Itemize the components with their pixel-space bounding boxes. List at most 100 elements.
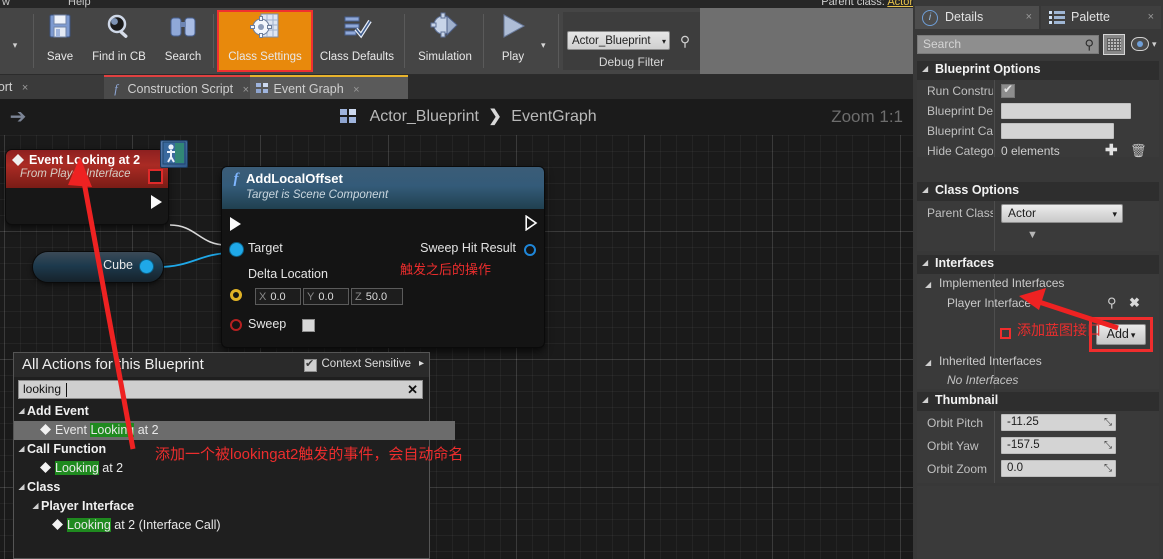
menu-item-window[interactable]: w [2, 0, 10, 8]
axis-label-x: X [259, 291, 267, 303]
toolbar-button-class-settings[interactable]: Class Settings [217, 10, 313, 72]
property-label: Parent Class [927, 206, 993, 220]
exec-pin-icon[interactable] [151, 195, 162, 209]
tree-item-match-highlight: Looking [90, 423, 135, 437]
exec-pin-icon[interactable] [525, 214, 538, 232]
binoculars-icon [155, 12, 211, 50]
section-header-blueprint-options[interactable]: ◢ Blueprint Options [917, 61, 1159, 80]
parent-class-combo[interactable]: Actor ▾ [1001, 204, 1123, 223]
node-event-looking-at-2[interactable]: Event Looking at 2 From Player Interface [6, 150, 168, 224]
toolbar-button-class-defaults[interactable]: Class Defaults [313, 12, 401, 70]
struct-pin-icon[interactable] [524, 244, 536, 256]
tree-category-class[interactable]: ◢ Class [14, 478, 429, 497]
node-header: Event Looking at 2 From Player Interface [6, 150, 168, 188]
tab-palette[interactable]: Palette × [1041, 6, 1161, 29]
twisty-icon[interactable]: ◢ [16, 444, 27, 453]
delta-location-z-input[interactable]: Z 50.0 [351, 288, 403, 305]
drag-spinner-icon[interactable]: ⤡ [1104, 461, 1112, 476]
drag-spinner-icon[interactable]: ⤡ [1104, 415, 1112, 430]
blueprint-description-input[interactable] [1001, 103, 1131, 119]
twisty-icon[interactable]: ◢ [925, 358, 931, 367]
run-construction-script-checkbox[interactable] [1001, 82, 1015, 98]
delta-location-y-input[interactable]: Y 0.0 [303, 288, 349, 305]
breadcrumb-leaf[interactable]: EventGraph [511, 108, 596, 125]
section-expander-icon[interactable]: ▼ [1027, 229, 1038, 241]
tab-event-graph[interactable]: Event Graph × [250, 75, 408, 99]
object-pin-icon[interactable] [140, 260, 153, 273]
close-icon[interactable]: × [1148, 6, 1154, 29]
object-pin-icon[interactable] [230, 243, 243, 256]
drag-spinner-icon[interactable]: ⤡ [1104, 438, 1112, 453]
orbit-zoom-input[interactable]: 0.0 ⤡ [1001, 460, 1116, 477]
arrow-right-icon[interactable]: ➔ [6, 105, 30, 129]
twisty-icon[interactable]: ◢ [16, 482, 27, 491]
tab-details[interactable]: i Details × [915, 6, 1039, 29]
twisty-icon[interactable]: ◢ [16, 406, 27, 415]
section-header-interfaces[interactable]: ◢ Interfaces [917, 255, 1159, 274]
toolbar-button-save[interactable]: Save [38, 12, 82, 70]
toolbar-button-find-in-cb[interactable]: Find in CB [86, 12, 152, 70]
toolbar-button-play[interactable]: Play [489, 12, 537, 70]
toolbar-overflow-caret[interactable]: ▾ [8, 38, 22, 52]
orbit-pitch-input[interactable]: -11.25 ⤡ [1001, 414, 1116, 431]
section-title: Class Options [935, 183, 1020, 197]
twisty-icon[interactable]: ◢ [922, 395, 928, 404]
event-graph-icon [340, 109, 360, 123]
toolbar-button-simulation[interactable]: Simulation [410, 12, 480, 70]
clear-search-icon[interactable]: ✕ [407, 382, 418, 398]
tab-viewport[interactable]: Viewport × [0, 75, 104, 99]
toolbar-button-search[interactable]: Search [155, 12, 211, 70]
twisty-icon[interactable]: ◢ [922, 64, 928, 73]
twisty-icon[interactable]: ◢ [925, 280, 931, 289]
struct-pin-icon[interactable] [230, 289, 242, 301]
node-cube-component-reference[interactable]: Cube [33, 252, 163, 282]
tab-construction-script[interactable]: f Construction Script × [104, 75, 250, 99]
toolbar-divider [483, 14, 484, 68]
breadcrumb-root[interactable]: Actor_Blueprint [370, 108, 479, 125]
group-label: Inherited Interfaces [939, 354, 1042, 368]
action-menu-search-input[interactable]: looking ✕ [18, 380, 423, 399]
magnifier-icon[interactable]: ⚲ [1107, 295, 1117, 311]
exec-pin-icon[interactable] [230, 217, 241, 231]
twisty-icon[interactable]: ◢ [30, 501, 41, 510]
twisty-icon[interactable]: ◢ [922, 258, 928, 267]
trash-icon[interactable]: 🗑 [1130, 143, 1147, 159]
blueprint-category-input[interactable] [1001, 123, 1114, 139]
section-header-thumbnail[interactable]: ◢ Thumbnail [917, 392, 1159, 411]
magnifier-icon[interactable]: ⚲ [676, 32, 694, 50]
twisty-icon[interactable]: ◢ [922, 185, 928, 194]
orbit-yaw-input[interactable]: -157.5 ⤡ [1001, 437, 1116, 454]
tree-category-add-event[interactable]: ◢ Add Event [14, 402, 429, 421]
context-sensitive-checkbox[interactable] [304, 357, 317, 372]
close-icon[interactable]: × [22, 82, 28, 94]
close-icon[interactable]: × [353, 84, 359, 96]
grid-view-icon[interactable] [1103, 34, 1125, 55]
close-icon[interactable]: × [243, 84, 249, 96]
toolbar-label-search: Search [164, 51, 202, 63]
plus-icon[interactable]: ✚ [1105, 141, 1118, 159]
chevron-down-icon[interactable]: ▾ [1152, 39, 1157, 50]
play-options-caret[interactable]: ▾ [541, 40, 546, 51]
tree-item-looking-at-2-interface-call[interactable]: Looking at 2 (Interface Call) [14, 516, 429, 535]
menu-item-help[interactable]: Help [68, 0, 91, 8]
function-icon: f [114, 82, 118, 96]
sweep-checkbox[interactable] [302, 319, 315, 332]
node-add-local-offset[interactable]: f AddLocalOffset Target is Scene Componen… [222, 167, 544, 347]
toolbar-label-find-in-cb: Find in CB [92, 51, 146, 63]
add-interface-button[interactable]: Add ▾ [1096, 324, 1146, 345]
chevron-right-icon[interactable]: ▸ [419, 358, 424, 369]
debug-filter-combo[interactable]: Actor_Blueprint ▾ [567, 31, 670, 50]
toolbar-divider [33, 14, 34, 68]
delta-location-x-input[interactable]: X 0.0 [255, 288, 301, 305]
section-header-class-options[interactable]: ◢ Class Options [917, 182, 1159, 201]
tree-item-event-looking-at-2[interactable]: Event Looking at 2 [14, 421, 455, 440]
bool-pin-icon[interactable] [230, 319, 242, 331]
node-title-row: Event Looking at 2 [12, 153, 162, 167]
close-x-icon[interactable]: ✖ [1129, 295, 1140, 311]
parent-class-value[interactable]: Actor [887, 0, 913, 8]
tree-category-player-interface[interactable]: ◢ Player Interface [14, 497, 429, 516]
node-header: f AddLocalOffset Target is Scene Componen… [222, 167, 544, 209]
search-input[interactable]: Search ⚲ [917, 35, 1099, 54]
close-icon[interactable]: × [1026, 6, 1032, 29]
eye-icon[interactable] [1131, 37, 1149, 51]
